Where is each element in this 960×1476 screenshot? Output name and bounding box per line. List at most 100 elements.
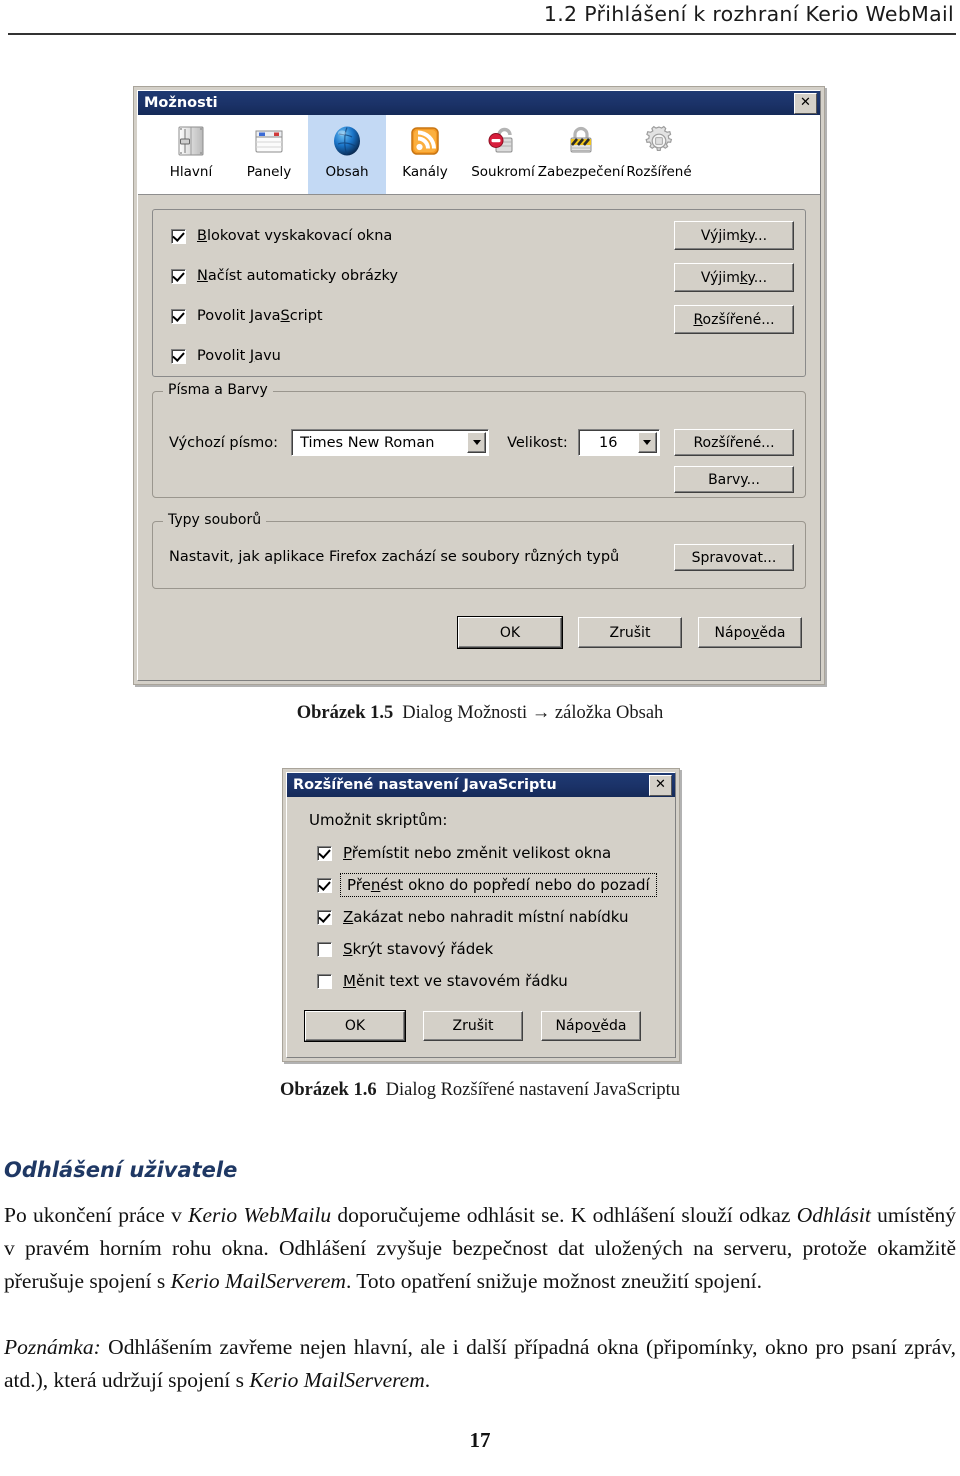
content-side-button[interactable]: Výjimky...	[674, 221, 794, 250]
content-checkbox-label: Povolit JavaScript	[197, 308, 323, 324]
js-checkbox-row[interactable]: Zakázat nebo nahradit místní nabídku	[287, 901, 675, 933]
content-checkbox-label: Povolit Javu	[197, 348, 281, 364]
section-heading: Odhlášení uživatele	[4, 1158, 238, 1182]
chevron-down-icon[interactable]	[637, 432, 657, 453]
checkbox[interactable]	[171, 348, 186, 364]
js-footer-button-ok[interactable]: OK	[305, 1011, 405, 1041]
fonts-colors-group: Písma a Barvy Výchozí písmo: Times New R…	[152, 382, 806, 498]
checkbox[interactable]	[317, 941, 332, 957]
content-checkbox-label: Blokovat vyskakovací okna	[197, 228, 393, 244]
toolbar-tab-label: Obsah	[325, 164, 369, 180]
unlock-icon	[482, 120, 524, 162]
js-dialog-body: Umožnit skriptům: Přemístit nebo změnit …	[287, 797, 675, 1041]
options-dialog: Možnosti ✕ Hlavní Panely Obsah Kanály Soukro…	[133, 86, 825, 685]
font-size-value: 16	[598, 434, 618, 451]
js-footer-button-zruit[interactable]: Zrušit	[423, 1011, 523, 1041]
checkbox[interactable]	[171, 228, 186, 244]
toolbar-tab-label: Rozšířené	[626, 164, 692, 180]
checkbox[interactable]	[317, 845, 332, 861]
js-checkbox-row[interactable]: Přemístit nebo změnit velikost okna	[287, 837, 675, 869]
toolbar-tab-kanály[interactable]: Kanály	[386, 115, 464, 194]
figure-1-5-caption: Obrázek 1.5 Dialog Možnosti → záložka Obs…	[0, 703, 960, 724]
default-font-label: Výchozí písmo:	[169, 434, 279, 451]
checkbox[interactable]	[317, 909, 332, 925]
toolbar-tab-label: Kanály	[402, 164, 448, 180]
toolbar-tab-label: Hlavní	[169, 164, 213, 180]
figure-1-5-text: Dialog Možnosti → záložka Obsah	[402, 703, 664, 723]
fonts-colors-legend: Písma a Barvy	[163, 382, 273, 398]
running-header: 1.2 Přihlášení k rozhraní Kerio WebMail	[0, 0, 960, 44]
manage-file-types-button[interactable]: Spravovat...	[674, 544, 794, 571]
js-checkbox-label: Zakázat nebo nahradit místní nabídku	[343, 908, 629, 926]
options-footer-button-npovda[interactable]: Nápověda	[698, 617, 802, 648]
toolbar-tab-panely[interactable]: Panely	[230, 115, 308, 194]
js-checkbox-list: Přemístit nebo změnit velikost okna Přené…	[287, 837, 675, 997]
toolbar-tab-zabezpečení[interactable]: Zabezpečení	[538, 115, 624, 194]
options-toolbar: Hlavní Panely Obsah Kanály Soukromí Zabezpeče…	[138, 115, 820, 195]
js-checkbox-row[interactable]: Přenést okno do popředí nebo do pozadí	[287, 869, 675, 901]
js-intro-label: Umožnit skriptům:	[309, 811, 448, 829]
font-size-combo[interactable]: 16	[577, 429, 660, 456]
page-number: 17	[469, 1428, 491, 1452]
js-checkbox-row[interactable]: Skrýt stavový řádek	[287, 933, 675, 965]
toolbar-tab-label: Panely	[246, 164, 292, 180]
file-types-group: Typy souborů Nastavit, jak aplikace Fire…	[152, 512, 806, 589]
js-checkbox-row[interactable]: Měnit text ve stavovém řádku	[287, 965, 675, 997]
file-types-description: Nastavit, jak aplikace Firefox zachází s…	[169, 549, 620, 565]
toolbar-tab-rozšířené[interactable]: Rozšířené	[620, 115, 698, 194]
content-side-button[interactable]: Rozšířené...	[674, 305, 794, 334]
figure-1-5-number: Obrázek 1.5	[296, 703, 394, 723]
content-checkbox-label: Načíst automaticky obrázky	[197, 268, 398, 284]
content-side-buttons: Výjimky... Výjimky... Rozšířené...	[674, 221, 794, 334]
toolbar-tab-hlavní[interactable]: Hlavní	[152, 115, 230, 194]
content-options-panel: Blokovat vyskakovací okna Načíst automati…	[152, 209, 806, 377]
content-checkbox-row[interactable]: Povolit Javu	[153, 336, 805, 376]
checkbox[interactable]	[317, 877, 332, 893]
options-titlebar: Možnosti ✕	[138, 91, 820, 115]
default-font-combo[interactable]: Times New Roman	[291, 429, 490, 456]
toolbar-tab-soukromí[interactable]: Soukromí	[464, 115, 542, 194]
checkbox[interactable]	[171, 308, 186, 324]
toolbar-tab-obsah[interactable]: Obsah	[308, 115, 386, 194]
checkbox[interactable]	[317, 973, 332, 989]
fonts-advanced-button[interactable]: Rozšířené...	[674, 429, 794, 456]
figure-1-6-caption: Obrázek 1.6 Dialog Rozšířené nastavení Ja…	[0, 1080, 960, 1101]
checkbox[interactable]	[171, 268, 186, 284]
chevron-down-icon[interactable]	[467, 432, 487, 453]
javascript-advanced-dialog: Rozšířené nastavení JavaScriptu ✕ Umožni…	[282, 768, 680, 1062]
figure-1-6-text: Dialog Rozšířené nastavení JavaScriptu	[385, 1080, 680, 1100]
running-header-text: 1.2 Přihlášení k rozhraní Kerio WebMail	[543, 2, 954, 26]
paragraph-logout: Po ukončení práce v Kerio WebMailu dopor…	[4, 1203, 957, 1293]
paragraph-note: Poznámka: Odhlášením zavřeme nejen hlavn…	[4, 1335, 956, 1392]
js-footer-button-npovda[interactable]: Nápověda	[541, 1011, 641, 1041]
toolbar-tab-label: Zabezpečení	[537, 164, 625, 180]
tabs-icon	[248, 120, 290, 162]
close-icon[interactable]: ✕	[794, 92, 817, 114]
close-icon[interactable]: ✕	[649, 774, 672, 796]
js-footer-buttons: OK Zrušit Nápověda	[287, 997, 675, 1041]
gear-icon	[638, 120, 680, 162]
header-rule	[8, 33, 956, 35]
toolbar-tab-label: Soukromí	[471, 164, 535, 180]
sliders-icon	[170, 120, 212, 162]
js-dialog-title: Rozšířené nastavení JavaScriptu	[293, 777, 557, 793]
colors-button[interactable]: Barvy...	[674, 466, 794, 493]
js-dialog-inner: Rozšířené nastavení JavaScriptu ✕ Umožni…	[286, 772, 676, 1058]
js-checkbox-label: Přenést okno do popředí nebo do pozadí	[340, 873, 657, 897]
rss-icon	[404, 120, 446, 162]
options-footer-button-zruit[interactable]: Zrušit	[578, 617, 682, 648]
font-size-label: Velikost:	[507, 434, 568, 451]
js-dialog-frame: Rozšířené nastavení JavaScriptu ✕ Umožni…	[282, 768, 680, 1062]
padlock-icon	[560, 120, 602, 162]
js-checkbox-label: Přemístit nebo změnit velikost okna	[343, 844, 612, 862]
default-font-value: Times New Roman	[300, 434, 435, 451]
js-checkbox-label: Měnit text ve stavovém řádku	[343, 972, 568, 990]
file-types-legend: Typy souborů	[163, 512, 267, 528]
options-footer-button-ok[interactable]: OK	[458, 617, 562, 648]
js-titlebar: Rozšířené nastavení JavaScriptu ✕	[287, 773, 675, 797]
options-dialog-title: Možnosti	[144, 95, 218, 111]
globe-icon	[326, 120, 368, 162]
content-side-button[interactable]: Výjimky...	[674, 263, 794, 292]
options-dialog-inner: Možnosti ✕ Hlavní Panely Obsah Kanály Soukro…	[137, 90, 821, 681]
options-dialog-frame: Možnosti ✕ Hlavní Panely Obsah Kanály Soukro…	[133, 86, 825, 685]
